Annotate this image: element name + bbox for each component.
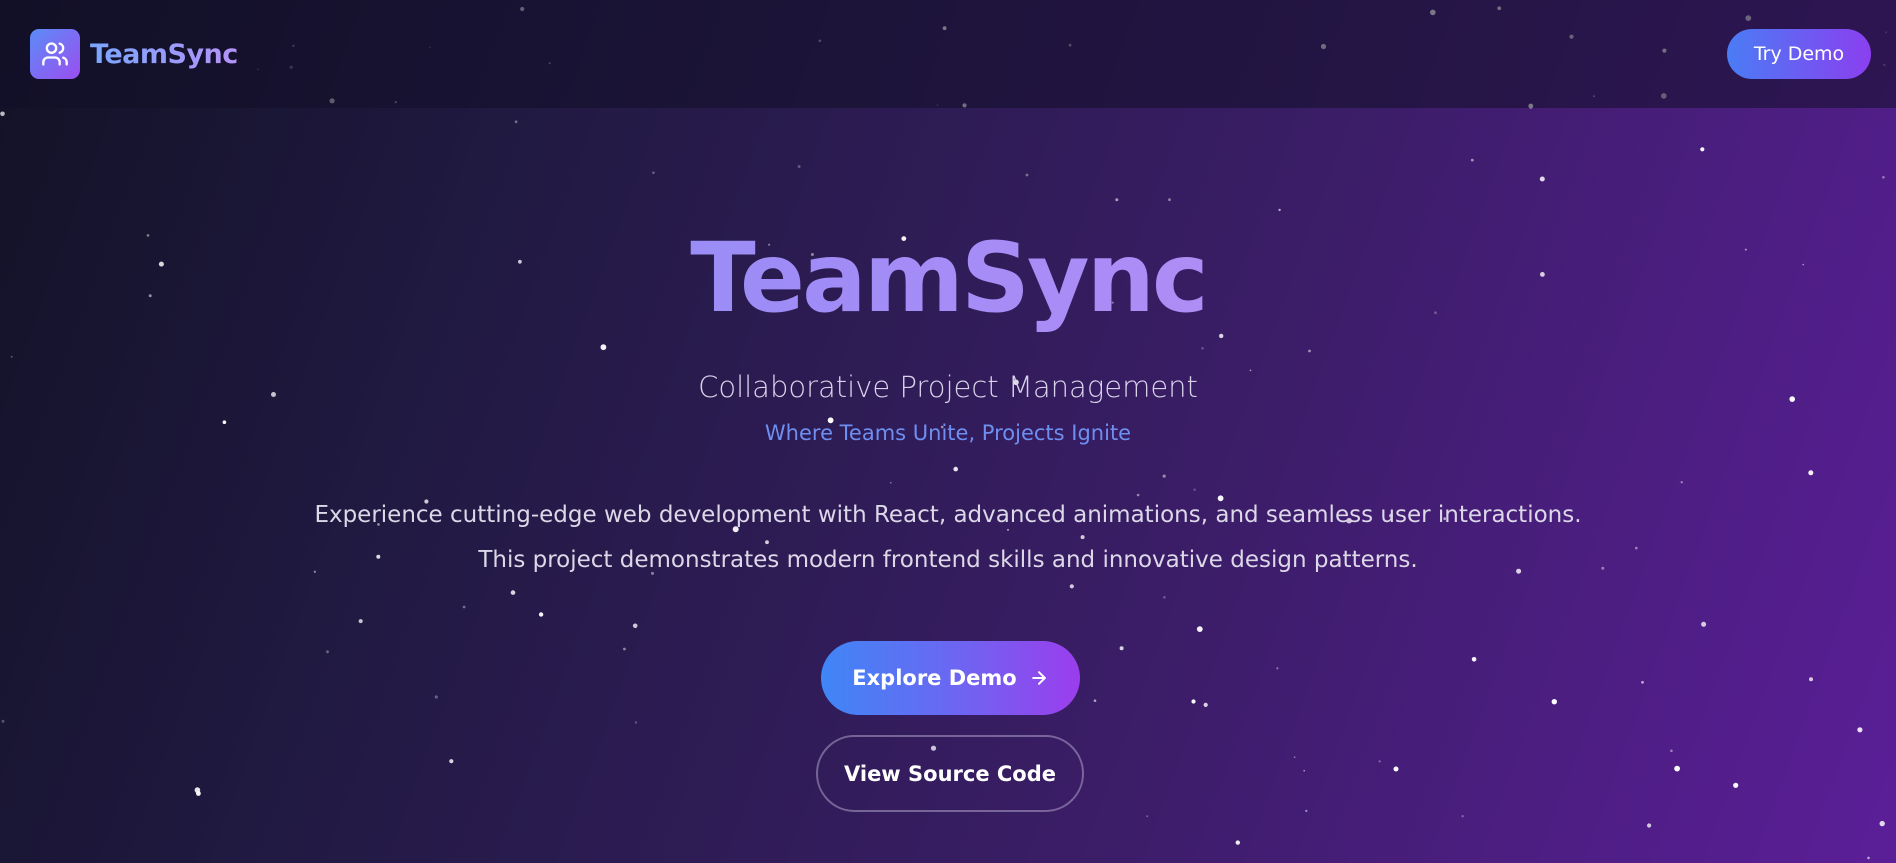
- star: [358, 619, 363, 624]
- star: [1700, 147, 1705, 152]
- star: [462, 605, 466, 609]
- star: [1670, 749, 1673, 753]
- star: [510, 590, 516, 595]
- star: [1191, 699, 1196, 704]
- star: [953, 466, 958, 472]
- star: [194, 787, 201, 793]
- brand[interactable]: TeamSync: [30, 29, 238, 79]
- star: [1276, 667, 1279, 670]
- star: [538, 612, 544, 617]
- star: [0, 111, 5, 117]
- star: [434, 695, 438, 699]
- star: [1647, 823, 1652, 828]
- star: [449, 759, 454, 764]
- star: [1119, 646, 1124, 651]
- star: [623, 647, 626, 651]
- star: [652, 171, 655, 174]
- star: [1168, 198, 1171, 202]
- hero-subtitle: Collaborative Project Management: [698, 370, 1198, 404]
- star: [1, 719, 5, 723]
- hero-title: TeamSync: [0, 223, 1896, 333]
- star: [514, 120, 518, 124]
- star: [889, 481, 892, 484]
- star: [1470, 158, 1474, 162]
- top-navbar: TeamSync Try Demo: [0, 0, 1896, 108]
- star: [1196, 626, 1203, 632]
- star: [1193, 488, 1196, 491]
- brand-name: TeamSync: [90, 38, 238, 70]
- star: [1201, 347, 1204, 350]
- star: [196, 791, 201, 796]
- star: [1162, 474, 1166, 478]
- explore-demo-label: Explore Demo: [852, 666, 1017, 690]
- star: [326, 650, 329, 654]
- star: [1303, 769, 1305, 772]
- star: [1219, 333, 1224, 339]
- star: [632, 623, 638, 629]
- star: [1641, 680, 1644, 684]
- star: [1809, 677, 1813, 682]
- explore-demo-button[interactable]: Explore Demo: [821, 641, 1080, 715]
- star: [1879, 820, 1885, 827]
- star: [1471, 657, 1477, 662]
- logo: [30, 29, 80, 79]
- hero-description: Experience cutting-edge web development …: [314, 502, 1582, 573]
- arrow-right-icon: [1031, 671, 1046, 685]
- star: [1115, 198, 1119, 202]
- star: [1551, 699, 1558, 705]
- star: [1093, 699, 1097, 702]
- star: [1701, 621, 1707, 627]
- star: [1808, 470, 1814, 476]
- star: [1882, 176, 1885, 179]
- star: [1857, 727, 1863, 733]
- star: [1539, 176, 1545, 182]
- star: [1680, 481, 1683, 484]
- star: [1867, 856, 1870, 860]
- star: [1733, 782, 1739, 788]
- star: [1378, 760, 1381, 763]
- star: [1025, 173, 1029, 177]
- star: [10, 355, 13, 358]
- star: [1163, 596, 1166, 599]
- star: [600, 344, 607, 351]
- star: [1635, 546, 1638, 550]
- star: [1069, 584, 1074, 589]
- star: [1674, 765, 1680, 772]
- star: [1461, 815, 1464, 818]
- star: [1235, 840, 1241, 845]
- star: [1305, 809, 1308, 813]
- star: [797, 165, 801, 168]
- star: [1203, 702, 1208, 708]
- try-demo-button[interactable]: Try Demo: [1727, 29, 1871, 79]
- star: [1308, 349, 1311, 353]
- star: [1393, 766, 1399, 772]
- star: [1146, 815, 1149, 818]
- view-source-code-button[interactable]: View Source Code: [816, 735, 1084, 812]
- hero-tagline: Where Teams Unite, Projects Ignite: [764, 421, 1132, 445]
- star: [1601, 566, 1605, 570]
- star: [1293, 756, 1296, 759]
- star: [1278, 208, 1281, 212]
- users-icon: [42, 42, 68, 66]
- star: [634, 721, 638, 724]
